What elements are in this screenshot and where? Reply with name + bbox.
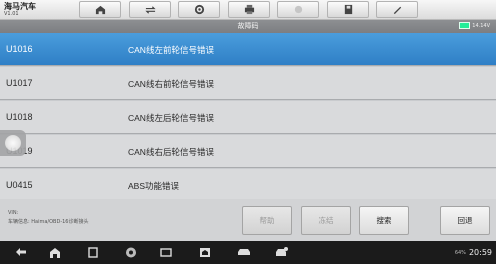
dtc-code: U1016 xyxy=(6,44,33,54)
dtc-code: U1017 xyxy=(6,78,33,88)
vehicle-info: 车辆信息: Haima/OBD-16诊断接头 xyxy=(8,219,89,225)
system-status: 64% 20:59 xyxy=(455,248,492,257)
assist-dot-icon xyxy=(5,135,21,151)
vin-label: VIN: xyxy=(8,210,19,216)
recents-icon xyxy=(88,247,98,258)
print-button[interactable] xyxy=(228,1,270,18)
print-icon xyxy=(244,4,254,15)
edit-icon xyxy=(393,6,401,15)
home-button[interactable] xyxy=(79,1,121,18)
dtc-row[interactable]: U1016 CAN线左前轮信号错误 xyxy=(0,33,496,66)
clock: 20:59 xyxy=(468,248,492,257)
nav-back-button[interactable] xyxy=(14,246,28,259)
voltage-text: 14.14V xyxy=(472,22,490,29)
home-icon xyxy=(50,248,60,258)
nav-vehicle-button[interactable] xyxy=(237,246,251,259)
edit-button[interactable] xyxy=(376,1,418,18)
voltage-indicator: 14.14V xyxy=(459,22,490,29)
freeze-button[interactable]: 冻结 xyxy=(301,206,351,235)
save-icon xyxy=(344,4,352,15)
dtc-description: CAN线右后轮信号错误 xyxy=(128,147,214,157)
back-arrow-icon xyxy=(16,248,26,256)
dtc-description: ABS功能错误 xyxy=(128,181,180,191)
save-button[interactable] xyxy=(327,1,369,18)
footer-panel: VIN: 车辆信息: Haima/OBD-16诊断接头 帮助 冻结 搜索 回退 xyxy=(0,199,496,241)
app-version: V1.01 xyxy=(4,11,19,17)
section-title: 故障码 xyxy=(237,22,259,30)
section-header: 故障码 14.14V xyxy=(0,20,496,33)
battery-level: 64% xyxy=(454,249,466,256)
home-icon xyxy=(95,5,105,15)
dtc-code: U1018 xyxy=(6,112,33,122)
search-button[interactable]: 搜索 xyxy=(359,206,409,235)
battery-icon xyxy=(459,22,471,29)
vehicle-swap-button[interactable] xyxy=(129,1,171,18)
nav-chrome-button[interactable] xyxy=(124,246,138,259)
help-button-top[interactable] xyxy=(277,1,319,18)
dtc-row[interactable]: U1017 CAN线右前轮信号错误 xyxy=(0,67,496,100)
dtc-row[interactable]: U1018 CAN线左后轮信号错误 xyxy=(0,101,496,134)
back-button[interactable]: 回退 xyxy=(440,206,490,235)
browser-icon xyxy=(126,247,136,258)
floating-assist-button[interactable] xyxy=(0,130,26,156)
screenshot-icon xyxy=(160,248,172,257)
help-icon xyxy=(294,5,302,14)
nav-home-button[interactable] xyxy=(48,246,62,259)
dtc-code: U0415 xyxy=(6,180,33,190)
dtc-description: CAN线左前轮信号错误 xyxy=(128,45,214,55)
nav-app-home-button[interactable] xyxy=(198,246,212,259)
settings-icon xyxy=(194,4,204,15)
dtc-row[interactable]: U0415 ABS功能错误 xyxy=(0,169,496,202)
app-home-icon xyxy=(200,248,210,257)
dtc-description: CAN线右前轮信号错误 xyxy=(128,79,214,89)
vehicle-swap-icon xyxy=(144,6,156,14)
system-navbar: 64% 20:59 xyxy=(0,241,496,264)
nav-recents-button[interactable] xyxy=(86,246,100,259)
settings-button[interactable] xyxy=(178,1,220,18)
top-toolbar: 海马汽车 V1.01 xyxy=(0,0,496,20)
help-button[interactable]: 帮助 xyxy=(242,206,292,235)
vehicle-icon xyxy=(238,249,250,255)
dtc-description: CAN线左后轮信号错误 xyxy=(128,113,214,123)
diagnose-icon xyxy=(276,247,288,256)
dtc-row[interactable]: U1019 CAN线右后轮信号错误 xyxy=(0,135,496,168)
nav-screenshot-button[interactable] xyxy=(159,246,173,259)
nav-diagnose-button[interactable] xyxy=(275,246,289,259)
